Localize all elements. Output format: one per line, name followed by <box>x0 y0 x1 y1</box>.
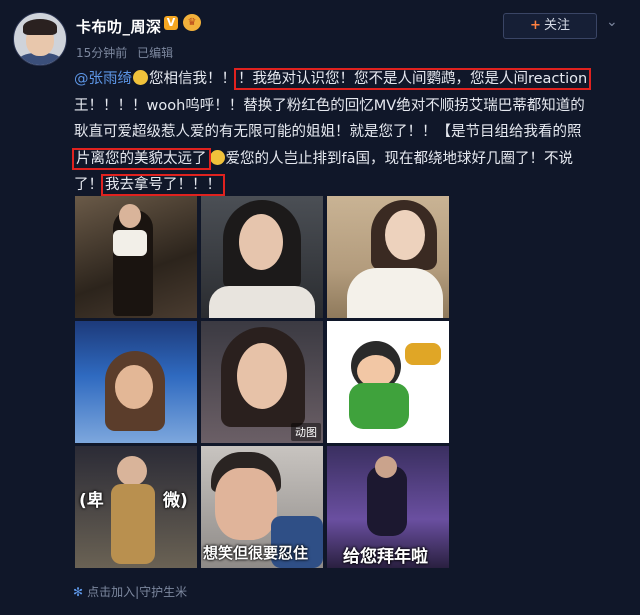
mention-link[interactable]: @张雨绮 <box>74 71 132 87</box>
text-line-1: @张雨绮 您相信我！！ ！我绝对认识您！您不是人间鹦鹉，您是人间reaction <box>74 66 634 93</box>
image-thumbnail-3[interactable] <box>327 196 449 318</box>
footer-text: 点击加入|守护生米 <box>87 585 188 599</box>
dress-shape <box>209 286 315 318</box>
edited-label: 已编辑 <box>137 46 174 60</box>
face-shape <box>119 204 141 228</box>
top-shape <box>113 230 147 256</box>
post-time[interactable]: 15分钟前 <box>76 46 127 60</box>
outfit-shape <box>111 484 155 564</box>
image-thumbnail-4[interactable] <box>75 321 197 443</box>
post-text: @张雨绮 您相信我！！ ！我绝对认识您！您不是人间鹦鹉，您是人间reaction 王… <box>72 66 634 199</box>
image-thumbnail-7[interactable]: (卑 微) <box>75 446 197 568</box>
topic-flower-icon: ✻ <box>73 585 84 599</box>
image-thumbnail-2[interactable] <box>201 196 323 318</box>
highlighted-text-box: 我去拿号了！！！ <box>101 174 225 196</box>
prop-shape <box>405 343 441 365</box>
image-thumbnail-6[interactable] <box>327 321 449 443</box>
gif-tag: 动图 <box>291 423 321 441</box>
text-segment: 了！ <box>74 177 103 193</box>
face-shape <box>239 214 283 270</box>
text-line-5: 了！ 我去拿号了！！！ <box>74 172 634 199</box>
image-caption: 想笑但很要忍住 <box>203 544 309 562</box>
follow-button[interactable]: + 关注 <box>503 13 597 39</box>
text-line-3: 耿直可爱超级惹人爱的有无限可能的姐姐！就是您了！！【是节目组给我看的照 <box>74 124 582 140</box>
avatar-hair <box>23 19 57 35</box>
image-thumbnail-8[interactable]: 想笑但很要忍住 <box>201 446 323 568</box>
user-avatar[interactable] <box>13 12 67 66</box>
face-shape <box>117 456 147 486</box>
face-shape <box>115 365 153 409</box>
post-meta: 15分钟前 已编辑 <box>76 44 179 61</box>
highlighted-text-box: 片离您的美貌太远了 <box>72 147 211 170</box>
text-line-4: 片离您的美貌太远了 爱您的人岂止排到fā国，现在都绕地球好几圈了！不说 <box>72 146 634 173</box>
text-segment: 您相信我！！ <box>149 71 236 87</box>
image-caption: 给您拜年啦 <box>343 547 428 567</box>
text-line-2: 王！！！！wooh呜呼！！替换了粉红色的回忆MV绝对不顺拐艾瑞巴蒂都知道的 <box>74 97 585 114</box>
face-shape <box>237 343 287 409</box>
face-shape <box>385 210 425 260</box>
image-caption-right: 微) <box>163 491 188 511</box>
image-caption-left: (卑 <box>79 491 104 511</box>
follow-label: 关注 <box>543 18 570 33</box>
image-thumbnail-9[interactable]: 给您拜年啦 <box>327 446 449 568</box>
image-thumbnail-5[interactable]: 动图 <box>201 321 323 443</box>
more-options-chevron-icon[interactable]: ⌄ <box>606 14 618 30</box>
plus-icon: + <box>530 18 541 33</box>
text-segment: 爱您的人岂止排到fā国，现在都绕地球好几圈了！不说 <box>225 150 574 167</box>
face-shape <box>215 468 277 540</box>
costume-shape <box>349 383 409 429</box>
username[interactable]: 卡布叻_周深 <box>76 16 162 37</box>
face-shape <box>375 456 397 478</box>
image-grid: 动图 (卑 微) 想笑但很要忍住 给您拜年啦 <box>75 196 449 568</box>
super-topic-link[interactable]: ✻ 点击加入|守护生米 <box>73 583 187 600</box>
dress-shape <box>347 268 443 318</box>
emoji-icon <box>209 149 225 165</box>
highlighted-text-box: ！我绝对认识您！您不是人间鹦鹉，您是人间reaction <box>233 68 592 90</box>
member-crown-icon: ♛ <box>183 14 201 31</box>
emoji-icon <box>133 70 148 85</box>
verified-icon: V <box>164 16 178 30</box>
image-thumbnail-1[interactable] <box>75 196 197 318</box>
